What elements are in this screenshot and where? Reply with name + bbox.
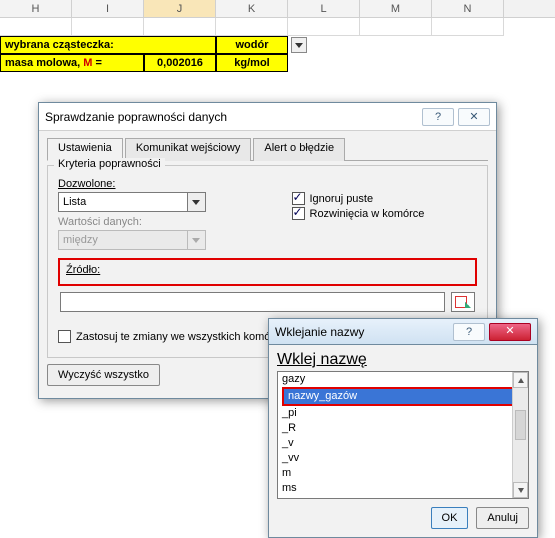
column-headers: H I J K L M N: [0, 0, 555, 18]
source-label: Źródło:: [66, 264, 469, 276]
range-picker-icon[interactable]: [451, 292, 475, 312]
list-item[interactable]: nazwy_gazów: [284, 389, 522, 404]
help-button[interactable]: ?: [453, 323, 485, 341]
tab-error-alert[interactable]: Alert o błędzie: [253, 138, 345, 161]
in-cell-dropdown-checkbox-row[interactable]: Rozwinięcia w komórce: [292, 207, 476, 220]
dialog-titlebar[interactable]: Sprawdzanie poprawności danych ? ✕: [39, 103, 496, 131]
data-label: Wartości danych:: [58, 216, 288, 228]
dialog-title: Sprawdzanie poprawności danych: [45, 110, 418, 124]
list-item[interactable]: _vv: [278, 451, 528, 466]
unit-cell-molar-mass[interactable]: kg/mol: [216, 54, 288, 72]
data-value: między: [58, 230, 188, 250]
label-cell-molecule[interactable]: wybrana cząsteczka:: [0, 36, 216, 54]
cell-dropdown-button[interactable]: [291, 37, 307, 53]
ok-button[interactable]: OK: [431, 507, 469, 529]
cell[interactable]: [72, 18, 144, 36]
col-header[interactable]: K: [216, 0, 288, 17]
chevron-down-icon: [188, 230, 206, 250]
list-item[interactable]: gazy: [278, 372, 528, 387]
cell[interactable]: [432, 18, 504, 36]
label-cell-molar-mass[interactable]: masa molowa, M =: [0, 54, 144, 72]
label-text: =: [92, 57, 101, 69]
list-item[interactable]: _R: [278, 421, 528, 436]
list-item[interactable]: _pi: [278, 406, 528, 421]
cell[interactable]: [288, 18, 360, 36]
col-header[interactable]: H: [0, 0, 72, 17]
list-item[interactable]: ms: [278, 481, 528, 496]
checkbox-label: Ignoruj puste: [310, 193, 374, 205]
group-legend: Kryteria poprawności: [54, 158, 165, 170]
data-combobox: między: [58, 230, 288, 250]
sheet-row: wybrana cząsteczka: wodór: [0, 36, 555, 54]
allowed-combobox[interactable]: Lista: [58, 192, 288, 212]
spreadsheet-area: H I J K L M N wybrana cząsteczka: wodór …: [0, 0, 555, 90]
col-header[interactable]: M: [360, 0, 432, 17]
scroll-thumb[interactable]: [515, 410, 526, 440]
help-button[interactable]: ?: [422, 108, 454, 126]
listbox-scrollbar[interactable]: [512, 372, 528, 498]
paste-name-dialog: Wklejanie nazwy ? ✕ Wklej nazwę gazy naz…: [268, 318, 538, 538]
cell[interactable]: [0, 18, 72, 36]
chevron-down-icon[interactable]: [188, 192, 206, 212]
col-header[interactable]: J: [144, 0, 216, 17]
cell[interactable]: [216, 18, 288, 36]
source-input[interactable]: [60, 292, 445, 312]
cell[interactable]: [144, 18, 216, 36]
sheet-row: masa molowa, M = 0,002016 kg/mol: [0, 54, 555, 72]
col-header[interactable]: N: [432, 0, 504, 17]
col-header[interactable]: L: [288, 0, 360, 17]
dialog-titlebar[interactable]: Wklejanie nazwy ? ✕: [269, 319, 537, 345]
close-button[interactable]: ✕: [458, 108, 490, 126]
clear-all-button[interactable]: Wyczyść wszystko: [47, 364, 160, 386]
list-item[interactable]: _v: [278, 436, 528, 451]
checkbox-label: Rozwinięcia w komórce: [310, 208, 425, 220]
value-cell-molar-mass[interactable]: 0,002016: [144, 54, 216, 72]
list-item-selected-highlight: nazwy_gazów: [282, 387, 524, 406]
names-listbox[interactable]: gazy nazwy_gazów _pi _R _v _vv m ms: [277, 371, 529, 499]
checkbox-icon[interactable]: [58, 330, 71, 343]
scroll-down-icon[interactable]: [513, 482, 528, 498]
sheet-row: [0, 18, 555, 36]
list-item[interactable]: m: [278, 466, 528, 481]
checkbox-icon[interactable]: [292, 207, 305, 220]
scroll-up-icon[interactable]: [513, 372, 528, 388]
col-header[interactable]: I: [72, 0, 144, 17]
label-text: masa molowa,: [5, 57, 83, 69]
allowed-value: Lista: [58, 192, 188, 212]
checkbox-icon[interactable]: [292, 192, 305, 205]
cancel-button[interactable]: Anuluj: [476, 507, 529, 529]
list-label: Wklej nazwę: [277, 351, 529, 369]
ignore-blank-checkbox-row[interactable]: Ignoruj puste: [292, 192, 476, 205]
allowed-label: Dozwolone:: [58, 178, 288, 190]
dialog-title: Wklejanie nazwy: [275, 325, 449, 339]
close-button[interactable]: ✕: [489, 323, 531, 341]
source-highlight-box: Źródło:: [58, 258, 477, 286]
cell[interactable]: [360, 18, 432, 36]
value-cell-molecule[interactable]: wodór: [216, 36, 288, 54]
